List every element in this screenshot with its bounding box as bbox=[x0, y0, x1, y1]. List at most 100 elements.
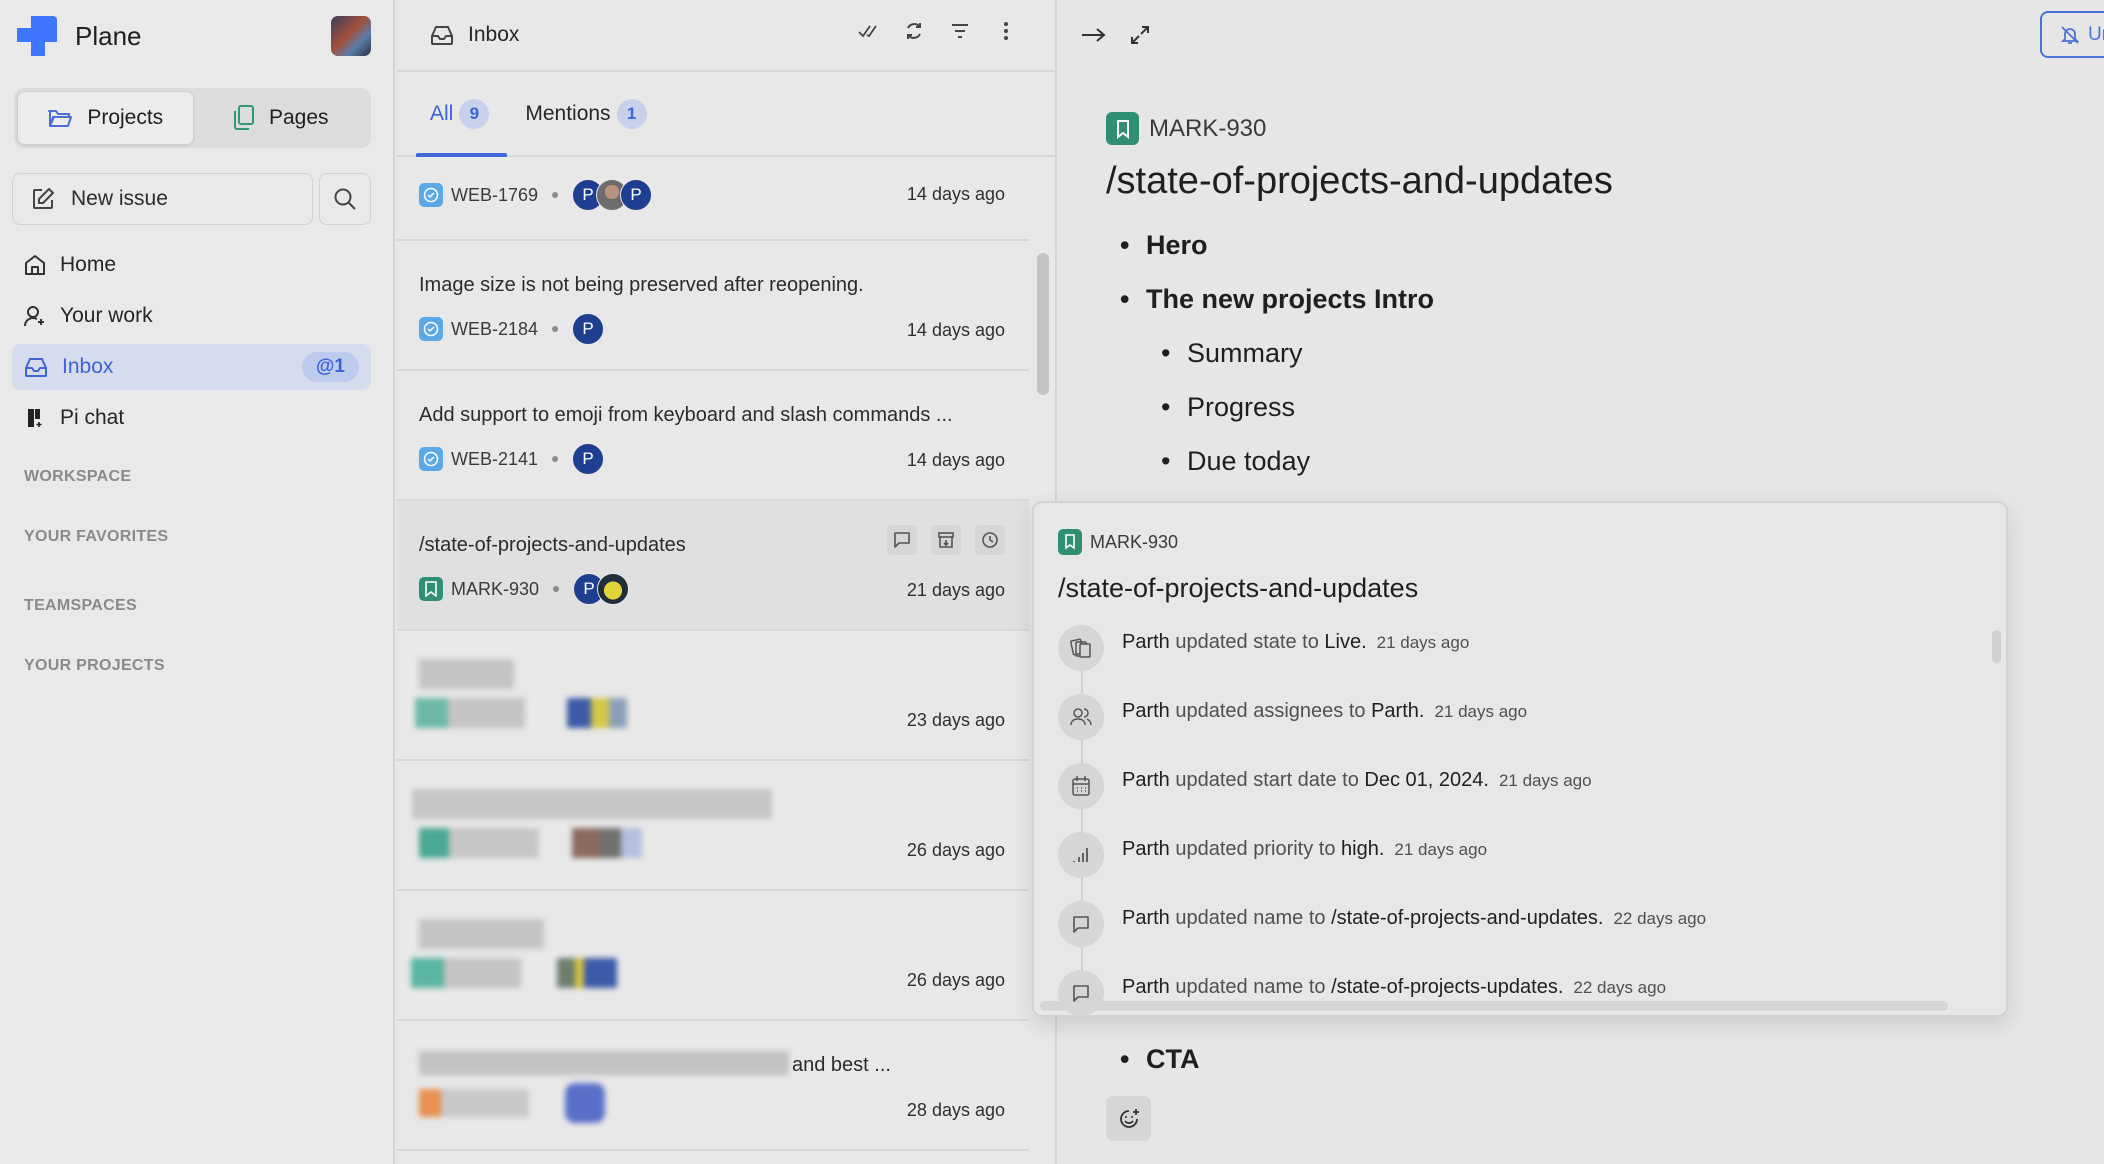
avatar: P bbox=[572, 313, 605, 345]
redacted-avatars bbox=[567, 698, 627, 728]
section-your-favorites[interactable]: YOUR FAVORITES bbox=[24, 528, 168, 546]
redacted-avatars bbox=[557, 958, 617, 988]
home-icon bbox=[24, 254, 46, 276]
activity-time: 21 days ago bbox=[1498, 771, 1592, 790]
redacted-title bbox=[412, 789, 772, 819]
more-options-button[interactable] bbox=[993, 18, 1019, 44]
tab-label: Mentions bbox=[525, 101, 611, 125]
list-item[interactable]: Add support to emoji from keyboard and s… bbox=[397, 371, 1029, 501]
issue-id: WEB-1769 bbox=[451, 184, 539, 205]
list-item-selected[interactable]: /state-of-projects-and-updates MARK-930 … bbox=[397, 501, 1029, 631]
list-item-redacted[interactable]: 23 days ago bbox=[397, 631, 1029, 761]
avatar: P bbox=[620, 179, 653, 211]
page-bookmark-icon bbox=[1058, 529, 1082, 555]
list-item[interactable]: WEB-1769 P P 14 days ago bbox=[397, 157, 1029, 241]
inbox-list: WEB-1769 P P 14 days ago Image size is n… bbox=[397, 157, 1029, 1151]
inbox-actions bbox=[855, 18, 1019, 44]
snooze-button[interactable] bbox=[975, 525, 1005, 555]
item-time: 28 days ago bbox=[906, 1100, 1005, 1120]
add-reaction-button[interactable] bbox=[1106, 1096, 1151, 1141]
item-time: 14 days ago bbox=[906, 450, 1005, 470]
page-bookmark-icon bbox=[1106, 112, 1139, 145]
popover-vertical-scrollbar[interactable] bbox=[1992, 630, 2001, 663]
user-icon bbox=[24, 305, 46, 327]
separator-dot bbox=[553, 586, 560, 592]
more-vertical-icon bbox=[1003, 21, 1009, 41]
popover-title[interactable]: /state-of-projects-and-updates bbox=[1058, 573, 1418, 604]
filter-button[interactable] bbox=[947, 18, 973, 44]
smile-plus-icon bbox=[1117, 1107, 1141, 1131]
activity-time: 22 days ago bbox=[1573, 978, 1667, 997]
activity-text: Parth updated name to /state-of-projects… bbox=[1122, 907, 1706, 930]
outline-item: Summary bbox=[1161, 338, 1302, 369]
issue-preview-popover: MARK-930 /state-of-projects-and-updates … bbox=[1032, 501, 2008, 1017]
issue-title[interactable]: /state-of-projects-and-updates bbox=[1106, 160, 1613, 203]
pages-tab[interactable]: Pages bbox=[194, 91, 369, 145]
new-issue-button[interactable]: New issue bbox=[12, 173, 313, 225]
popover-horizontal-scrollbar[interactable] bbox=[1040, 1001, 1948, 1011]
item-meta: MARK-930 P bbox=[419, 573, 630, 605]
activity-item: Parth updated name to /state-of-projects… bbox=[1058, 901, 1706, 947]
activity-text: Parth updated state to Live. 21 days ago bbox=[1122, 631, 1469, 654]
section-teamspaces[interactable]: TEAMSPACES bbox=[24, 597, 137, 615]
bell-off-icon bbox=[2060, 25, 2080, 45]
issue-check-icon bbox=[419, 317, 443, 341]
pages-label: Pages bbox=[268, 106, 329, 129]
close-peek-button[interactable] bbox=[1081, 22, 1107, 48]
activity-action: updated start date to bbox=[1175, 769, 1359, 791]
redacted-avatars bbox=[572, 828, 642, 858]
redacted-meta bbox=[415, 698, 525, 728]
activity-text: Parth updated name to /state-of-projects… bbox=[1122, 976, 1666, 999]
item-time: 14 days ago bbox=[906, 320, 1005, 340]
separator-dot bbox=[552, 192, 559, 198]
tab-count: 9 bbox=[459, 98, 490, 129]
activity-value: Parth. bbox=[1371, 700, 1425, 722]
avatar-group: P bbox=[572, 443, 605, 475]
archive-button[interactable] bbox=[931, 525, 961, 555]
redacted-avatars bbox=[565, 1083, 605, 1123]
list-item-redacted[interactable]: 26 days ago bbox=[397, 891, 1029, 1021]
refresh-icon bbox=[904, 21, 924, 41]
sidebar-item-label: Inbox bbox=[62, 355, 114, 378]
list-item-redacted[interactable]: 26 days ago bbox=[397, 761, 1029, 891]
search-button[interactable] bbox=[319, 173, 371, 225]
item-time: 14 days ago bbox=[906, 184, 1005, 204]
mark-read-button[interactable] bbox=[887, 525, 917, 555]
activity-item: Parth updated priority to high. 21 days a… bbox=[1058, 832, 1487, 878]
unsubscribe-label: Un bbox=[2088, 23, 2104, 45]
avatar-group: P bbox=[573, 573, 630, 605]
unsubscribe-button[interactable]: Un bbox=[2040, 11, 2104, 58]
projects-tab[interactable]: Projects bbox=[17, 91, 194, 145]
redacted-title bbox=[419, 1051, 789, 1075]
sidebar-nav: Home Your work Inbox @1 Pi chat bbox=[12, 242, 371, 446]
list-item[interactable]: Image size is not being preserved after … bbox=[397, 241, 1029, 371]
row-actions bbox=[887, 525, 1005, 555]
sidebar-item-inbox[interactable]: Inbox @1 bbox=[12, 344, 371, 390]
tab-label: All bbox=[430, 101, 454, 125]
section-workspace[interactable]: WORKSPACE bbox=[24, 468, 131, 486]
section-your-projects[interactable]: YOUR PROJECTS bbox=[24, 657, 165, 675]
issue-id: WEB-2141 bbox=[451, 448, 539, 469]
inbox-scrollbar[interactable] bbox=[1037, 253, 1049, 395]
expand-button[interactable] bbox=[1127, 22, 1153, 48]
issue-identifier: MARK-930 bbox=[1106, 112, 1266, 145]
item-time: 26 days ago bbox=[906, 840, 1005, 860]
user-avatar[interactable] bbox=[331, 16, 371, 56]
sidebar-item-home[interactable]: Home bbox=[12, 242, 371, 288]
sidebar-item-label: Pi chat bbox=[60, 406, 125, 429]
sidebar-item-your-work[interactable]: Your work bbox=[12, 293, 371, 339]
assignees-icon bbox=[1058, 694, 1104, 740]
sidebar-item-pi-chat[interactable]: Pi chat bbox=[12, 395, 371, 441]
activity-time: 21 days ago bbox=[1434, 702, 1528, 721]
activity-action: updated name to bbox=[1175, 976, 1326, 998]
refresh-button[interactable] bbox=[901, 18, 927, 44]
tab-mentions[interactable]: Mentions 1 bbox=[525, 72, 647, 155]
mark-all-read-button[interactable] bbox=[855, 18, 881, 44]
tab-all[interactable]: All 9 bbox=[415, 72, 508, 157]
brand[interactable]: Plane bbox=[17, 16, 142, 56]
list-item-redacted[interactable]: and best ... 28 days ago bbox=[397, 1021, 1029, 1151]
folder-icon bbox=[47, 107, 73, 129]
activity-actor: Parth bbox=[1122, 907, 1170, 929]
priority-icon bbox=[1058, 832, 1104, 878]
activity-item: Parth updated start date to Dec 01, 2024… bbox=[1058, 763, 1592, 809]
